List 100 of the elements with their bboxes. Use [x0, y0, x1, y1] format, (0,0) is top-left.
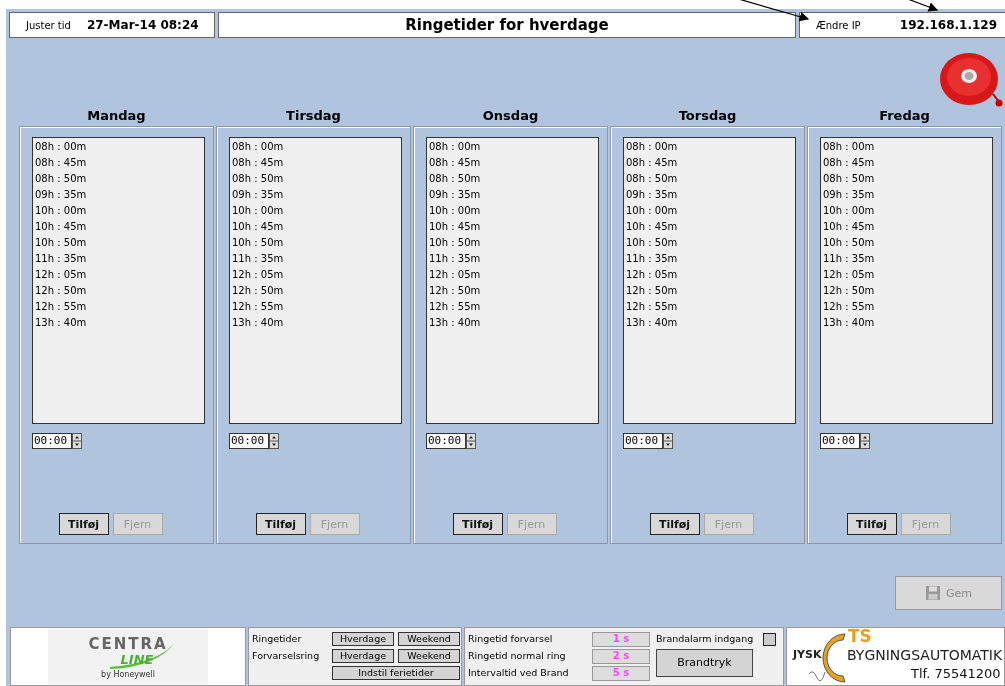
time-item[interactable]: 08h : 50m: [823, 171, 990, 187]
day-title: Torsdag: [678, 108, 737, 124]
time-item[interactable]: 10h : 50m: [626, 235, 793, 251]
time-item[interactable]: 09h : 35m: [823, 187, 990, 203]
time-item[interactable]: 08h : 50m: [626, 171, 793, 187]
time-item[interactable]: 08h : 50m: [429, 171, 596, 187]
time-item[interactable]: 13h : 40m: [823, 315, 990, 331]
time-item[interactable]: 10h : 00m: [232, 203, 399, 219]
time-item[interactable]: 08h : 45m: [35, 155, 202, 171]
time-item[interactable]: 12h : 55m: [35, 299, 202, 315]
holiday-button[interactable]: Indstil ferietider: [332, 666, 460, 680]
time-item[interactable]: 10h : 45m: [823, 219, 990, 235]
spin-icon[interactable]: [860, 433, 870, 449]
time-item[interactable]: 10h : 45m: [626, 219, 793, 235]
time-item[interactable]: 08h : 00m: [35, 139, 202, 155]
time-list[interactable]: 08h : 00m 08h : 45m 08h : 50m 09h : 35m 10h : 00m 10h : 45m 10h : 50m 11h : 35m 12h : 05m 12h : 50m 12h : 55m 13h : 40m: [623, 137, 796, 424]
time-item[interactable]: 11h : 35m: [232, 251, 399, 267]
time-item[interactable]: 08h : 45m: [232, 155, 399, 171]
time-item[interactable]: 09h : 35m: [232, 187, 399, 203]
time-item[interactable]: 08h : 00m: [429, 139, 596, 155]
setting-label: Ringetid forvarsel: [468, 632, 554, 646]
time-item[interactable]: 13h : 40m: [232, 315, 399, 331]
time-item[interactable]: 10h : 00m: [626, 203, 793, 219]
spin-icon[interactable]: [269, 433, 279, 449]
time-list[interactable]: 08h : 00m 08h : 45m 08h : 50m 09h : 35m 10h : 00m 10h : 45m 10h : 50m 11h : 35m 12h : 05m 12h : 50m 12h : 55m 13h : 40m: [820, 137, 993, 424]
add-button[interactable]: Tilføj: [452, 513, 503, 535]
bell-icon: [939, 52, 1003, 108]
time-input[interactable]: 00:00: [426, 433, 466, 449]
time-item[interactable]: 12h : 05m: [232, 267, 399, 283]
setting-label: Ringetid normal ring: [468, 649, 567, 663]
time-list[interactable]: 08h : 00m 08h : 45m 08h : 50m 09h : 35m 10h : 00m 10h : 45m 10h : 50m 11h : 35m 12h : 05m 12h : 50m 12h : 55m 13h : 40m: [229, 137, 402, 424]
time-item[interactable]: 11h : 35m: [823, 251, 990, 267]
time-item[interactable]: 12h : 55m: [232, 299, 399, 315]
time-item[interactable]: 08h : 00m: [232, 139, 399, 155]
time-item[interactable]: 12h : 50m: [626, 283, 793, 299]
time-item[interactable]: 10h : 45m: [429, 219, 596, 235]
centraline-logo: CENTRA LINE by Honeywell: [48, 629, 208, 684]
time-item[interactable]: 10h : 45m: [232, 219, 399, 235]
time-input[interactable]: 00:00: [820, 433, 860, 449]
time-item[interactable]: 10h : 00m: [35, 203, 202, 219]
ip-label[interactable]: Ændre IP: [816, 19, 861, 31]
time-item[interactable]: 10h : 50m: [429, 235, 596, 251]
time-item[interactable]: 11h : 35m: [429, 251, 596, 267]
add-button[interactable]: Tilføj: [255, 513, 306, 535]
time-item[interactable]: 12h : 05m: [35, 267, 202, 283]
time-item[interactable]: 12h : 55m: [429, 299, 596, 315]
time-item[interactable]: 12h : 50m: [429, 283, 596, 299]
floppy-icon: [925, 585, 941, 601]
ring-times-button[interactable]: Weekend: [398, 632, 460, 646]
time-item[interactable]: 10h : 50m: [35, 235, 202, 251]
clock-value[interactable]: 27-Mar-14 08:24: [86, 18, 199, 32]
time-item[interactable]: 09h : 35m: [429, 187, 596, 203]
fire-button[interactable]: Brandtryk: [656, 649, 753, 677]
fire-input-label: Brandalarm indgang: [656, 632, 754, 646]
time-item[interactable]: 12h : 05m: [823, 267, 990, 283]
time-item[interactable]: 09h : 35m: [626, 187, 793, 203]
time-item[interactable]: 10h : 50m: [823, 235, 990, 251]
add-button[interactable]: Tilføj: [649, 513, 700, 535]
time-item[interactable]: 08h : 50m: [232, 171, 399, 187]
spin-icon[interactable]: [663, 433, 673, 449]
time-item[interactable]: 10h : 45m: [35, 219, 202, 235]
time-item[interactable]: 12h : 55m: [823, 299, 990, 315]
spin-icon[interactable]: [72, 433, 82, 449]
ip-value: 192.168.1.129: [899, 18, 997, 32]
time-item[interactable]: 13h : 40m: [626, 315, 793, 331]
time-item[interactable]: 08h : 00m: [626, 139, 793, 155]
time-item[interactable]: 11h : 35m: [626, 251, 793, 267]
add-button[interactable]: Tilføj: [846, 513, 897, 535]
day-title: Onsdag: [482, 108, 539, 124]
time-item[interactable]: 12h : 05m: [429, 267, 596, 283]
time-item[interactable]: 13h : 40m: [429, 315, 596, 331]
add-button[interactable]: Tilføj: [58, 513, 109, 535]
time-item[interactable]: 08h : 50m: [35, 171, 202, 187]
time-input[interactable]: 00:00: [623, 433, 663, 449]
time-list[interactable]: 08h : 00m 08h : 45m 08h : 50m 09h : 35m 10h : 00m 10h : 45m 10h : 50m 11h : 35m 12h : 05m 12h : 50m 12h : 55m 13h : 40m: [426, 137, 599, 424]
time-item[interactable]: 08h : 45m: [626, 155, 793, 171]
time-item[interactable]: 10h : 00m: [429, 203, 596, 219]
prewarning-button[interactable]: Hverdage: [332, 649, 394, 663]
cts-logo: JYSK TS BYGNINGSAUTOMATIK Tlf. 75541200: [786, 627, 1005, 686]
time-item[interactable]: 08h : 45m: [429, 155, 596, 171]
time-item[interactable]: 10h : 50m: [232, 235, 399, 251]
time-item[interactable]: 08h : 00m: [823, 139, 990, 155]
time-list[interactable]: 08h : 00m 08h : 45m 08h : 50m 09h : 35m 10h : 00m 10h : 45m 10h : 50m 11h : 35m 12h : 05m 12h : 50m 12h : 55m 13h : 40m: [32, 137, 205, 424]
prewarning-button[interactable]: Weekend: [398, 649, 460, 663]
time-item[interactable]: 12h : 50m: [823, 283, 990, 299]
time-item[interactable]: 12h : 50m: [232, 283, 399, 299]
spin-icon[interactable]: [466, 433, 476, 449]
time-item[interactable]: 11h : 35m: [35, 251, 202, 267]
day-title: Tirsdag: [286, 108, 341, 124]
time-input[interactable]: 00:00: [229, 433, 269, 449]
time-input[interactable]: 00:00: [32, 433, 72, 449]
day-title: Fredag: [879, 108, 930, 124]
time-item[interactable]: 12h : 50m: [35, 283, 202, 299]
time-item[interactable]: 12h : 05m: [626, 267, 793, 283]
ring-times-button[interactable]: Hverdage: [332, 632, 394, 646]
time-item[interactable]: 13h : 40m: [35, 315, 202, 331]
time-item[interactable]: 08h : 45m: [823, 155, 990, 171]
time-item[interactable]: 09h : 35m: [35, 187, 202, 203]
time-item[interactable]: 12h : 55m: [626, 299, 793, 315]
time-item[interactable]: 10h : 00m: [823, 203, 990, 219]
